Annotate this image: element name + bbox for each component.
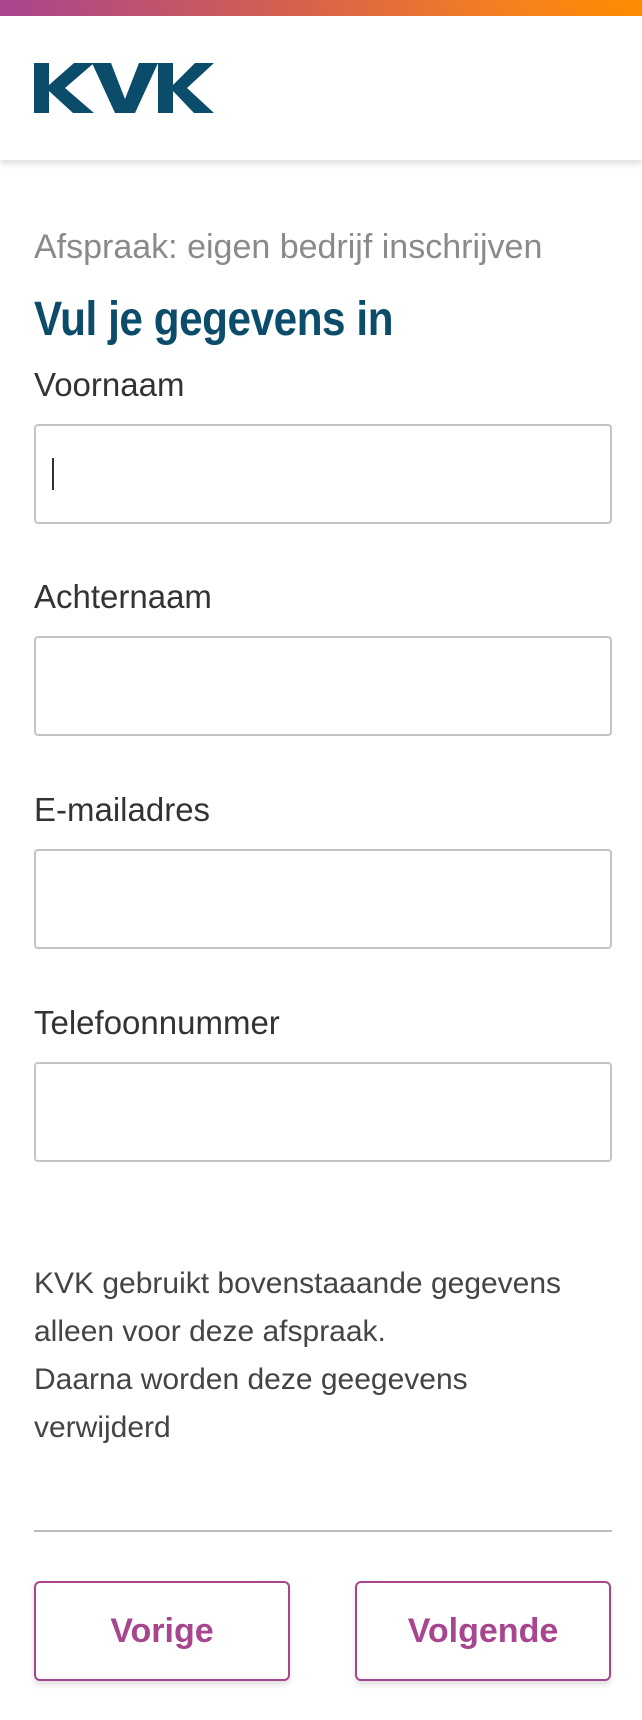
phone-label: Telefoonnummer: [34, 1004, 280, 1041]
previous-button[interactable]: Vorige: [34, 1581, 290, 1681]
privacy-notice-line: verwijderd: [34, 1411, 171, 1444]
email-input[interactable]: [34, 849, 612, 949]
footer-divider: [34, 1530, 612, 1532]
page-title: Vul je gegevens in: [34, 293, 394, 346]
phone-input[interactable]: [34, 1062, 612, 1162]
next-button[interactable]: Volgende: [355, 1581, 611, 1681]
last-name-input[interactable]: [34, 636, 612, 736]
brand-gradient-bar: [0, 0, 642, 16]
page: Afspraak: eigen bedrijf inschrijven Vul …: [0, 0, 642, 1720]
last-name-label: Achternaam: [34, 578, 212, 615]
privacy-notice-line: KVK gebruikt bovenstaaande gegevens: [34, 1267, 562, 1300]
first-name-input[interactable]: [34, 424, 612, 524]
site-header: [0, 16, 642, 160]
kvk-logo[interactable]: [34, 63, 214, 120]
privacy-notice-line: Daarna worden deze geegevens: [34, 1363, 468, 1396]
first-name-label: Voornaam: [34, 366, 185, 403]
email-label: E-mailadres: [34, 791, 211, 828]
text-caret: [52, 458, 54, 490]
first-name-field-wrapper: [34, 424, 612, 524]
privacy-notice: KVK gebruikt bovenstaaande gegevens alle…: [34, 1260, 612, 1452]
page-subtitle: Afspraak: eigen bedrijf inschrijven: [34, 228, 543, 266]
privacy-notice-line: alleen voor deze afspraak.: [34, 1315, 386, 1348]
